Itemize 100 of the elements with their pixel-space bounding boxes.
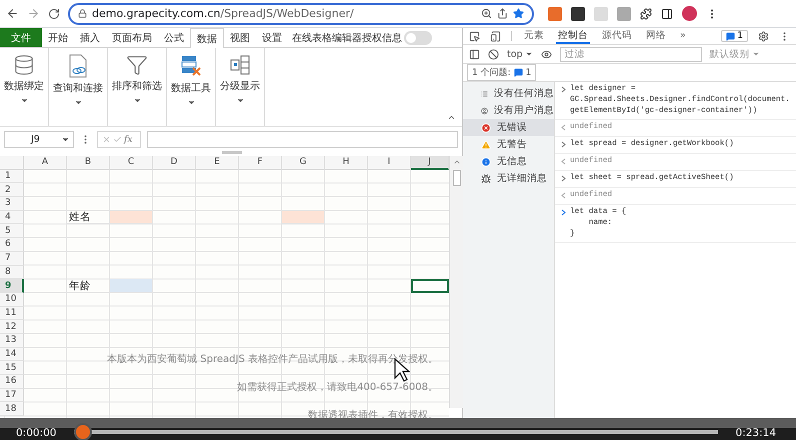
extensions-icon[interactable]: [640, 8, 652, 20]
database-icon: [13, 54, 35, 76]
check-icon[interactable]: [113, 135, 122, 144]
collapse-icon[interactable]: [447, 113, 456, 122]
ribbon-button[interactable]: 查询和连接: [53, 54, 103, 95]
address-bar[interactable]: demo.grapecity.com.cn/SpreadJS/WebDesigner/: [68, 2, 534, 24]
row-header[interactable]: 13: [0, 334, 24, 348]
seek-knob[interactable]: [74, 423, 92, 440]
warning-icon: [481, 140, 491, 150]
column-header[interactable]: E: [196, 156, 239, 170]
context-dropdown[interactable]: top: [507, 48, 533, 60]
formula-buttons[interactable]: fx: [97, 131, 141, 148]
row-header[interactable]: 3: [0, 197, 24, 211]
more-tabs-button[interactable]: »: [678, 28, 688, 44]
column-header[interactable]: D: [153, 156, 196, 170]
issues-button[interactable]: 1 个问题: 1: [467, 64, 536, 81]
row-header[interactable]: 5: [0, 224, 24, 238]
ribbon-button[interactable]: 数据绑定: [4, 54, 44, 93]
ribbon-button[interactable]: 分级显示: [220, 54, 260, 93]
column-header[interactable]: I: [368, 156, 411, 170]
dropdown-caret-icon[interactable]: [186, 98, 196, 107]
funnel-icon: [126, 54, 148, 76]
sidebar-item[interactable]: 无警告: [463, 136, 554, 153]
sidebar-item[interactable]: 没有任何消息: [463, 85, 554, 102]
ribbon-tab[interactable]: 数据: [190, 28, 224, 48]
filled-cell[interactable]: [110, 279, 153, 293]
row-header[interactable]: 4: [0, 210, 24, 224]
devtools-tab[interactable]: 控制台: [556, 28, 590, 44]
name-box[interactable]: J9: [4, 131, 74, 148]
profile-avatar[interactable]: [682, 6, 697, 21]
prompt-chevron-icon: [561, 141, 566, 148]
sidebar-toggle-icon[interactable]: [469, 48, 480, 60]
dropdown-caret-icon[interactable]: [74, 98, 82, 107]
column-header[interactable]: J: [411, 156, 449, 170]
column-header[interactable]: G: [282, 156, 325, 170]
dropdown-caret-icon[interactable]: [236, 96, 244, 105]
column-header[interactable]: F: [239, 156, 282, 170]
row-header[interactable]: 7: [0, 252, 24, 266]
row-header[interactable]: 8: [0, 266, 24, 280]
reload-button[interactable]: [48, 8, 60, 20]
issues-badge[interactable]: 1: [721, 30, 748, 42]
devtools-tab[interactable]: 元素: [522, 28, 546, 44]
row-header[interactable]: 14: [0, 348, 24, 362]
row-header[interactable]: 16: [0, 375, 24, 389]
bookmark-star-icon[interactable]: [513, 8, 524, 19]
row-header[interactable]: 10: [0, 292, 24, 307]
dropdown-caret-icon[interactable]: [132, 96, 142, 105]
filled-cell[interactable]: [282, 210, 325, 224]
elapsed-time: 0:00:00: [16, 427, 56, 439]
lock-icon: [78, 9, 87, 18]
row-header[interactable]: 2: [0, 183, 24, 198]
zoom-icon[interactable]: [481, 8, 492, 19]
sidebar-item[interactable]: 无错误: [463, 119, 554, 136]
license-switch[interactable]: [404, 31, 432, 45]
bug-icon: [481, 174, 491, 184]
row-header[interactable]: 18: [0, 402, 24, 416]
filter-field[interactable]: 过滤: [560, 46, 702, 62]
column-header[interactable]: C: [110, 156, 153, 170]
table-delete-icon: [180, 54, 202, 78]
side-panel-icon[interactable]: [661, 8, 673, 20]
dropdown-caret-icon[interactable]: [20, 96, 28, 105]
row-header[interactable]: 11: [0, 306, 24, 320]
row-header[interactable]: 6: [0, 238, 24, 252]
info-icon: [481, 156, 491, 166]
license-label: 在线表格编辑器授权信息: [292, 32, 402, 46]
scroll-thumb[interactable]: [452, 170, 460, 186]
document-link-icon: [67, 54, 89, 78]
devtools-tab[interactable]: 源代码: [600, 28, 634, 44]
devtools-tab[interactable]: 网络: [644, 28, 668, 44]
row-header[interactable]: 1: [0, 170, 24, 184]
caret-icon: [752, 50, 760, 58]
scroll-up-icon[interactable]: [452, 158, 460, 166]
clear-icon[interactable]: [488, 48, 499, 60]
scroll-bar[interactable]: [449, 156, 463, 408]
sidebar-item[interactable]: 无信息: [463, 153, 554, 170]
prompt-chevron-icon: [561, 86, 566, 93]
selected-cell[interactable]: [411, 279, 449, 293]
row-header[interactable]: 17: [0, 388, 24, 402]
splitter-handle[interactable]: [222, 151, 242, 154]
caret-icon: [524, 50, 533, 58]
column-header[interactable]: A: [24, 156, 67, 170]
prompt-chevron-icon: [561, 209, 566, 216]
row-header[interactable]: 12: [0, 320, 24, 334]
error-icon: [481, 122, 491, 132]
sidebar-item[interactable]: 无详细消息: [463, 170, 554, 187]
formula-input[interactable]: [147, 131, 458, 148]
share-icon[interactable]: [497, 8, 508, 19]
ribbon-tab[interactable]: 文件: [0, 28, 42, 47]
eye-icon[interactable]: [540, 48, 552, 60]
column-header[interactable]: B: [67, 156, 110, 170]
column-header[interactable]: H: [325, 156, 368, 170]
row-header[interactable]: 15: [0, 361, 24, 375]
ribbon-button[interactable]: 数据工具: [171, 54, 211, 95]
sidebar-item[interactable]: 没有用户消息: [463, 102, 554, 119]
filled-cell[interactable]: [110, 210, 153, 224]
prompt-chevron-icon: [561, 175, 566, 182]
row-header[interactable]: 9: [0, 279, 24, 293]
back-button[interactable]: [6, 7, 19, 20]
ribbon-button[interactable]: 排序和筛选: [112, 54, 162, 93]
extension-icon[interactable]: [571, 6, 585, 20]
